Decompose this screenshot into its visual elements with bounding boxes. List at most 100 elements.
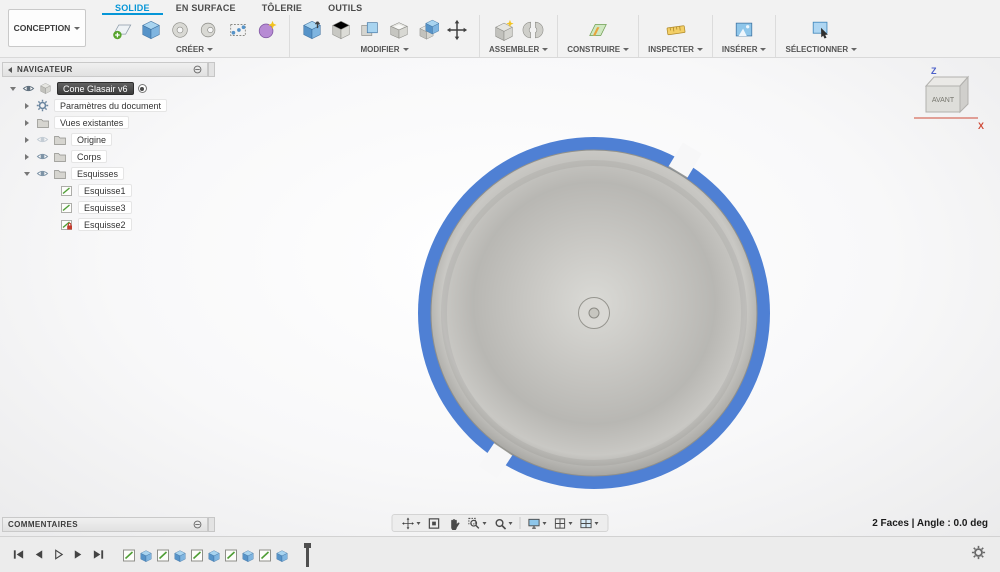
tree-item-sketch1[interactable]: Esquisse1: [2, 182, 208, 199]
tree-item-origin[interactable]: Origine: [2, 131, 208, 148]
visibility-eye-icon[interactable]: [36, 150, 49, 163]
expand-icon[interactable]: [10, 86, 16, 91]
construire-menu[interactable]: CONSTRUIRE: [567, 45, 630, 54]
display-settings-button[interactable]: [528, 517, 547, 530]
tree-item-label[interactable]: Esquisses: [71, 167, 125, 180]
sweep-button[interactable]: [196, 17, 222, 43]
insert-canvas-button[interactable]: [731, 17, 757, 43]
timeline-item-sketch[interactable]: [190, 546, 204, 564]
tree-item-root[interactable]: Cone Glasair v6: [2, 80, 208, 97]
collapse-panel-icon[interactable]: [8, 66, 12, 73]
zoom-fit-button[interactable]: [428, 517, 441, 530]
timeline-item-feature[interactable]: [241, 546, 255, 564]
construire-menu-label: CONSTRUIRE: [567, 45, 621, 54]
timeline-item-sketch[interactable]: [224, 546, 238, 564]
tree-item-label[interactable]: Esquisse1: [78, 184, 132, 197]
toolbar-separator: [519, 517, 521, 529]
tab-tolerie[interactable]: TÔLERIE: [249, 0, 315, 15]
pin-icon[interactable]: [193, 65, 202, 74]
timeline-item-sketch[interactable]: [156, 546, 170, 564]
activate-component-radio[interactable]: [137, 84, 147, 93]
zoom-window-button[interactable]: [468, 517, 487, 530]
visibility-eye-icon[interactable]: [36, 167, 49, 180]
creer-menu[interactable]: CRÉER: [176, 45, 213, 54]
step-back-button[interactable]: [30, 547, 46, 563]
tree-item-label[interactable]: Vues existantes: [54, 116, 130, 129]
tab-outils[interactable]: OUTILS: [315, 0, 375, 15]
extrude-button[interactable]: [138, 17, 164, 43]
visibility-eye-icon[interactable]: [22, 82, 35, 95]
go-to-end-button[interactable]: [90, 547, 106, 563]
timeline-item-feature[interactable]: [139, 546, 153, 564]
expand-icon[interactable]: [25, 136, 29, 143]
tree-item-named-views[interactable]: Vues existantes: [2, 114, 208, 131]
go-to-start-button[interactable]: [10, 547, 26, 563]
timeline-position-marker[interactable]: [303, 542, 312, 567]
tree-item-sketches[interactable]: Esquisses: [2, 165, 208, 182]
navigator-header[interactable]: NAVIGATEUR: [2, 62, 215, 77]
play-button[interactable]: [50, 547, 66, 563]
timeline-item-feature[interactable]: [173, 546, 187, 564]
zoom-button[interactable]: [494, 517, 513, 530]
workspace-switcher[interactable]: CONCEPTION: [8, 9, 86, 47]
shell-button[interactable]: [386, 17, 412, 43]
tree-item-label[interactable]: Esquisse2: [78, 218, 132, 231]
comments-header[interactable]: COMMENTAIRES: [2, 517, 215, 532]
pattern-button[interactable]: [225, 17, 251, 43]
tree-item-sketch2[interactable]: Esquisse2: [2, 216, 208, 233]
inserer-menu[interactable]: INSÉRER: [722, 45, 767, 54]
tab-en-surface[interactable]: EN SURFACE: [163, 0, 249, 15]
select-button[interactable]: [808, 17, 834, 43]
inserer-menu-label: INSÉRER: [721, 45, 758, 54]
orbit-button[interactable]: [448, 517, 461, 530]
offset-face-button[interactable]: [415, 17, 441, 43]
assembler-menu[interactable]: ASSEMBLER: [489, 45, 549, 54]
tree-item-document-settings[interactable]: Paramètres du document: [2, 97, 208, 114]
new-component-button[interactable]: [491, 17, 517, 43]
tree-item-label[interactable]: Esquisse3: [78, 201, 132, 214]
expand-icon[interactable]: [25, 153, 29, 160]
timeline-settings-button[interactable]: [971, 544, 986, 565]
tree-item-label[interactable]: Paramètres du document: [54, 99, 168, 112]
create-form-button[interactable]: [254, 17, 280, 43]
tree-item-sketch3[interactable]: Esquisse3: [2, 199, 208, 216]
tree-item-label[interactable]: Corps: [71, 150, 108, 163]
panel-grip-handle[interactable]: [208, 62, 215, 77]
tree-item-bodies[interactable]: Corps: [2, 148, 208, 165]
measure-button[interactable]: [663, 17, 689, 43]
viewports-button[interactable]: [580, 517, 599, 530]
construction-plane-button[interactable]: [585, 17, 611, 43]
panel-grip-handle[interactable]: [208, 517, 215, 532]
step-forward-button[interactable]: [70, 547, 86, 563]
timeline-item-feature[interactable]: [207, 546, 221, 564]
tree-item-label[interactable]: Origine: [71, 133, 113, 146]
joint-button[interactable]: [520, 17, 546, 43]
grid-display-button[interactable]: [554, 517, 573, 530]
visibility-eye-icon[interactable]: [36, 133, 49, 146]
expand-icon[interactable]: [25, 119, 29, 126]
expand-icon[interactable]: [24, 171, 30, 176]
pin-icon[interactable]: [193, 520, 202, 529]
document-root-label[interactable]: Cone Glasair v6: [57, 82, 134, 95]
skip-end-icon: [93, 550, 103, 559]
press-pull-button[interactable]: [299, 17, 325, 43]
fillet-button[interactable]: [328, 17, 354, 43]
sketch-locked-icon: [60, 219, 73, 231]
timeline-item-feature[interactable]: [275, 546, 289, 564]
timeline-item-sketch[interactable]: [258, 546, 272, 564]
viewport-3d[interactable]: Z AVANT X NAVIGATEUR Cone Glasair v6 Par…: [0, 58, 1000, 536]
timeline-item-sketch[interactable]: [122, 546, 136, 564]
move-button[interactable]: [444, 17, 470, 43]
selectionner-menu[interactable]: SÉLECTIONNER: [785, 45, 858, 54]
inspecter-menu[interactable]: INSPECTER: [648, 45, 703, 54]
modifier-menu[interactable]: MODIFIER: [360, 45, 409, 54]
combine-button[interactable]: [357, 17, 383, 43]
expand-icon[interactable]: [25, 102, 29, 109]
view-cube[interactable]: Z AVANT X: [902, 64, 990, 132]
pan-button[interactable]: [401, 516, 421, 530]
tab-solide[interactable]: SOLIDE: [102, 0, 163, 15]
revolve-button[interactable]: [167, 17, 193, 43]
create-sketch-button[interactable]: [109, 17, 135, 43]
measure-icon: [666, 24, 685, 35]
sketch-feature-icon: [157, 549, 169, 561]
